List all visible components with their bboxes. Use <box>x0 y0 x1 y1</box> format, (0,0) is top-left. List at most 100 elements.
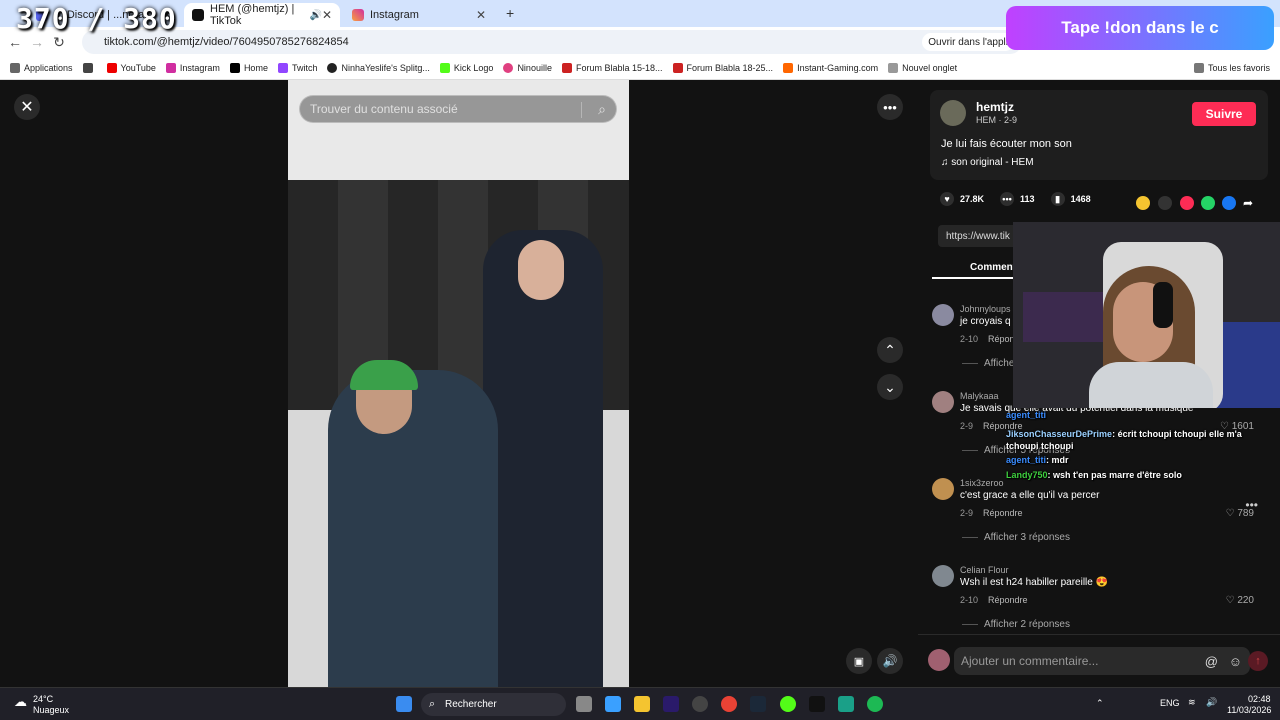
mention-icon[interactable]: @ <box>1205 654 1218 669</box>
app-icon[interactable] <box>838 696 854 712</box>
bookmark-new-tab[interactable]: Nouvel onglet <box>888 63 957 73</box>
chrome-icon[interactable] <box>721 696 737 712</box>
url-field[interactable]: tiktok.com/@hemtjz/video/760495078527682… <box>82 30 1022 54</box>
bookmark-instagram[interactable]: Instagram <box>165 63 220 73</box>
clock-date[interactable]: 11/03/2026 <box>1227 705 1271 715</box>
bookmark-ninha[interactable]: NinhaYeslife's Splitg... <box>327 63 430 73</box>
emoji-icon[interactable]: ☺ <box>1229 654 1242 669</box>
sound-link[interactable]: ♫ son original - HEM <box>941 157 1034 168</box>
bookmark-icon[interactable]: ▮ <box>1050 192 1065 206</box>
avatar[interactable] <box>932 391 954 413</box>
bookmark-applications[interactable]: Applications <box>10 63 73 73</box>
tab-comments[interactable]: Comment <box>970 262 1016 273</box>
kick-icon[interactable] <box>780 696 796 712</box>
bookmark-grid[interactable] <box>82 63 97 73</box>
avatar[interactable] <box>932 565 954 587</box>
pip-icon[interactable]: ▣ <box>846 648 872 674</box>
avatar[interactable] <box>932 478 954 500</box>
avatar[interactable] <box>940 100 966 126</box>
bookmark-forum-1518[interactable]: Forum Blabla 15-18... <box>561 63 663 73</box>
bookmark-forum-1825[interactable]: Forum Blabla 18-25... <box>672 63 773 73</box>
open-app-button[interactable]: Ouvrir dans l'appli <box>922 33 1014 51</box>
comment-user[interactable]: 1six3zeroo <box>960 478 1004 488</box>
facebook-icon[interactable] <box>1222 196 1236 210</box>
volume-icon[interactable]: 🔊 <box>877 648 903 674</box>
steam-icon[interactable] <box>750 696 766 712</box>
chevron-up-icon[interactable]: ⌃ <box>1096 698 1104 709</box>
comment-date: 2-10 <box>960 595 979 605</box>
post-subline: HEM · 2-9 <box>976 115 1018 125</box>
comment-likes[interactable]: ♡ 789 <box>1226 508 1254 519</box>
related-search-input[interactable]: Trouver du contenu associé ⌕ <box>299 95 617 123</box>
embed-icon[interactable] <box>1158 196 1172 210</box>
close-icon[interactable]: ✕ <box>476 8 486 22</box>
file-explorer-icon[interactable] <box>634 696 650 712</box>
premiere-icon[interactable] <box>663 696 679 712</box>
task-view-icon[interactable] <box>576 696 592 712</box>
bookmark-home[interactable]: Home <box>229 63 268 73</box>
bookmark-youtube[interactable]: YouTube <box>106 63 156 73</box>
share-arrow-icon[interactable]: ➦ <box>1243 196 1257 210</box>
language-indicator[interactable]: ENG <box>1160 698 1180 708</box>
close-icon[interactable]: ✕ <box>322 8 332 22</box>
comment-user[interactable]: Celian Flour <box>960 565 1009 575</box>
obs-icon[interactable] <box>692 696 708 712</box>
clock-time[interactable]: 02:48 <box>1248 694 1271 704</box>
show-replies[interactable]: Affiche <box>962 358 1014 369</box>
bookmark-label: Ninouille <box>517 63 552 73</box>
comment-likes[interactable]: ♡ 220 <box>1226 595 1254 606</box>
avatar[interactable] <box>932 304 954 326</box>
bookmark-kick[interactable]: Kick Logo <box>439 63 494 73</box>
forward-icon[interactable]: → <box>26 34 48 50</box>
spotify-icon[interactable] <box>867 696 883 712</box>
weather-desc: Nuageux <box>33 705 70 715</box>
weather-icon[interactable]: ☁ <box>14 694 27 710</box>
link-text: https://www.tik <box>946 230 1010 242</box>
back-icon[interactable]: ← <box>4 34 26 50</box>
tiktok-icon[interactable] <box>809 696 825 712</box>
tab-tiktok[interactable]: HEM (@hemtjz) | TikTok 🔊 ✕ <box>184 3 340 27</box>
reply-link[interactable]: Répondre <box>988 595 1028 605</box>
video-player[interactable] <box>288 80 629 687</box>
follow-button[interactable]: Suivre <box>1192 102 1256 126</box>
show-replies[interactable]: Afficher 3 réponses <box>962 532 1070 543</box>
heart-icon[interactable]: ♥ <box>940 192 954 206</box>
coin-icon[interactable] <box>1136 196 1150 210</box>
list-item: Celian Flour Wsh il est h24 habiller par… <box>932 565 1272 645</box>
start-icon[interactable] <box>396 696 412 712</box>
new-tab-button[interactable]: + <box>506 5 514 21</box>
widgets-icon[interactable] <box>605 696 621 712</box>
username[interactable]: hemtjz <box>976 100 1014 114</box>
send-button[interactable]: ↑ <box>1248 651 1268 671</box>
bookmark-label: Kick Logo <box>453 63 494 73</box>
chat-message: JiksonChasseurDePrime: écrit tchoupi tch… <box>1006 429 1242 451</box>
bookmark-twitch[interactable]: Twitch <box>277 63 317 73</box>
search-icon[interactable]: ⌕ <box>598 101 606 118</box>
reply-link[interactable]: Répondre <box>983 508 1023 518</box>
more-options-icon[interactable]: ••• <box>877 94 903 120</box>
chevron-down-icon[interactable]: ⌄ <box>877 374 903 400</box>
comment-input[interactable]: Ajouter un commentaire... @ ☺ <box>954 647 1250 675</box>
volume-icon[interactable]: 🔊 <box>1206 697 1217 708</box>
share-send-icon[interactable] <box>1180 196 1194 210</box>
chat-message: Landy750: wsh t'en pas marre d'être solo <box>1006 470 1182 480</box>
reply-link[interactable]: Répon <box>988 334 1015 344</box>
bookmark-ninouille[interactable]: Ninouille <box>503 63 552 73</box>
bookmark-instant-gaming[interactable]: Instant-Gaming.com <box>783 63 878 73</box>
taskbar-search[interactable]: ⌕ Rechercher <box>421 693 566 716</box>
tab-instagram[interactable]: Instagram ✕ <box>344 3 494 27</box>
comment-icon[interactable]: ••• <box>1000 192 1015 206</box>
whatsapp-icon[interactable] <box>1201 196 1215 210</box>
chevron-up-icon[interactable]: ⌃ <box>877 337 903 363</box>
chat-text: wsh t'en pas marre d'être solo <box>1053 470 1182 480</box>
speaker-icon[interactable]: 🔊 <box>309 10 321 21</box>
comment-user[interactable]: Malykaaa <box>960 391 999 401</box>
show-replies[interactable]: Afficher 2 réponses <box>962 619 1070 630</box>
like-count: 220 <box>1237 595 1254 606</box>
close-icon[interactable]: ✕ <box>14 94 40 120</box>
reload-icon[interactable]: ↻ <box>48 34 70 51</box>
bookmark-label: NinhaYeslife's Splitg... <box>341 63 430 73</box>
wifi-icon[interactable]: ≋ <box>1188 697 1196 708</box>
comment-user[interactable]: Johnnyloups <box>960 304 1011 314</box>
all-bookmarks[interactable]: Tous les favoris <box>1193 63 1270 73</box>
